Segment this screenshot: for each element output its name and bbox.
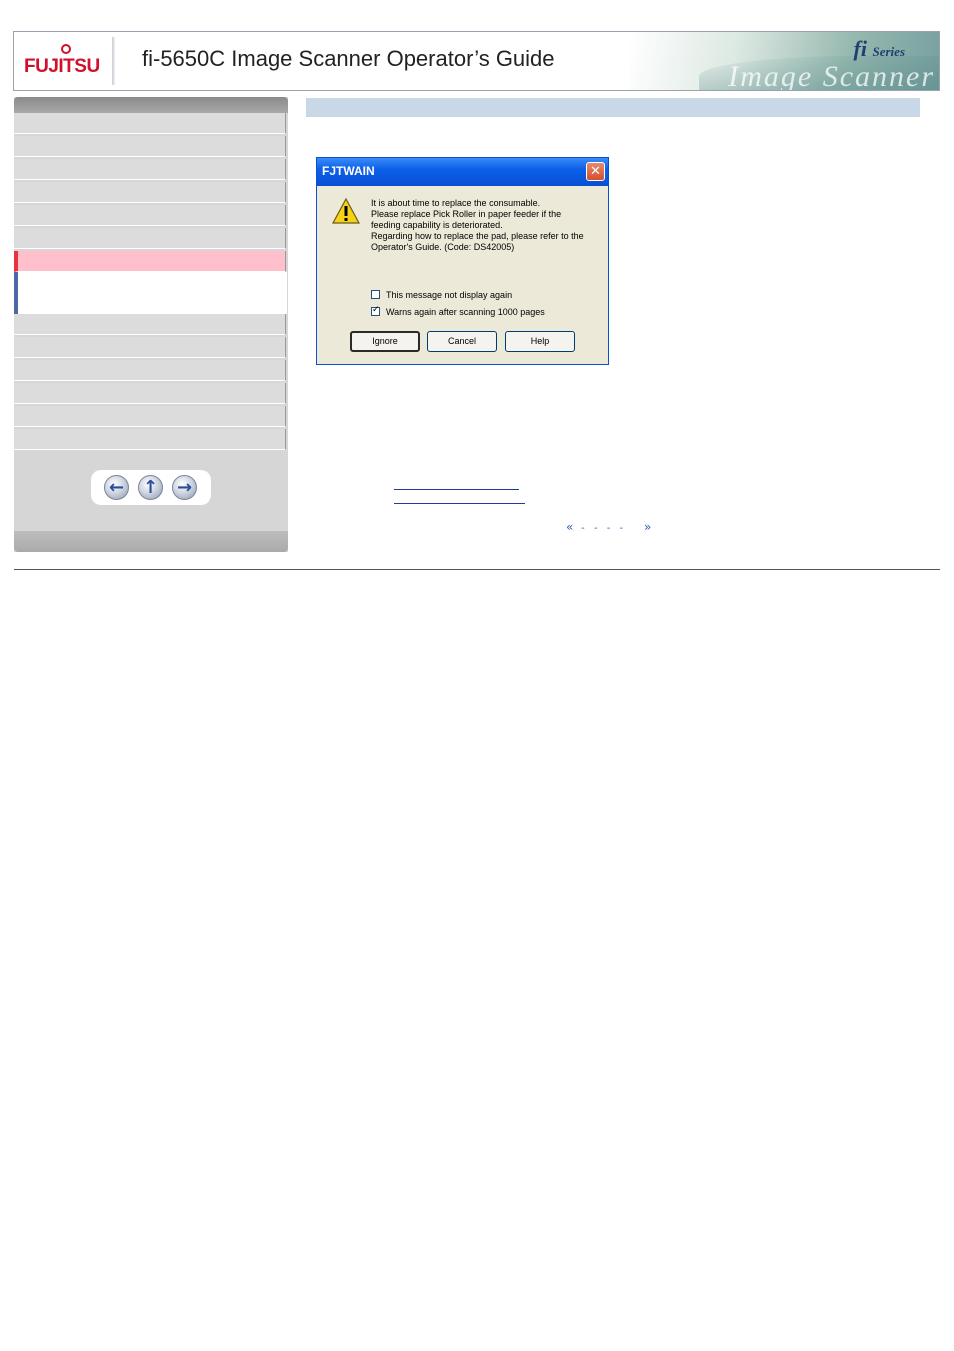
dialog-title: FJTWAIN [322,164,375,178]
message-line: Please replace Pick Roller in paper feed… [371,209,562,219]
logo-infinity-mark [61,44,71,54]
content-heading-bar [306,98,920,117]
checkbox-label: This message not display again [386,290,513,300]
page-title: fi-5650C Image Scanner Operator’s Guide [142,46,555,71]
sidebar-item-8[interactable] [14,337,286,358]
navigation-button-group: ← ↑ → [91,470,211,505]
close-icon: ✕ [590,164,601,179]
sidebar-top-bar [14,97,288,113]
warning-icon [332,197,360,224]
header-watermark: Image Scanner [728,60,935,91]
checkbox-warn-again[interactable]: ✓ Warns again after scanning 1000 pages [371,305,545,317]
check-mark-icon: ✓ [372,305,380,315]
sidebar-item-5[interactable] [14,205,286,226]
forward-button[interactable]: → [172,475,197,500]
back-button[interactable]: ← [104,475,129,500]
sidebar-subsection [14,272,287,314]
fi-series-logo: fi Series [854,36,905,62]
message-line: Regarding how to replace the pad, please… [371,231,584,241]
pager-dashes: - - - - [581,523,627,534]
sidebar-item-active[interactable] [14,251,286,272]
link-underline-1[interactable] [394,489,519,490]
message-line: Operator's Guide. (Code: DS42005) [371,242,515,252]
sidebar-item-6[interactable] [14,228,286,249]
right-arrow-icon: → [176,477,193,498]
checkbox-box[interactable]: ✓ [371,305,380,316]
series-fi: fi [853,36,867,61]
help-button[interactable]: Help [505,331,575,352]
cancel-button[interactable]: Cancel [427,331,497,352]
up-button[interactable]: ↑ [138,475,163,500]
next-page-link[interactable]: » [644,520,651,534]
sidebar-bottom-bar [14,531,288,552]
close-button[interactable]: ✕ [586,162,605,181]
sidebar-item-11[interactable] [14,406,286,427]
header-divider [112,37,115,85]
ignore-button[interactable]: Ignore [350,331,420,352]
page-header: FUJITSU fi-5650C Image Scanner Operator’… [13,31,940,91]
header-artwork: Image Scanner fi Series [629,32,939,90]
message-line: It is about time to replace the consumab… [371,198,541,208]
sidebar-item-4[interactable] [14,182,286,203]
sidebar-item-10[interactable] [14,383,286,404]
fujitsu-logo: FUJITSU [24,42,102,82]
left-arrow-icon: ← [108,477,125,498]
page-navigation: « - - - - » [566,520,651,534]
sidebar-item-9[interactable] [14,360,286,381]
logo-text: FUJITSU [24,56,100,77]
checkbox-dont-display-again[interactable]: This message not display again [371,290,512,300]
link-underline-2[interactable] [394,503,525,504]
sidebar-item-3[interactable] [14,159,286,180]
sidebar-item-2[interactable] [14,136,286,157]
fjtwain-dialog: FJTWAIN ✕ It is about time to replace th… [316,157,609,365]
footer-divider [14,569,940,570]
checkbox-label: Warns again after scanning 1000 pages [386,307,545,317]
message-line: feeding capability is deteriorated. [371,220,503,230]
sidebar: ← ↑ → [14,97,288,552]
checkbox-box[interactable] [371,290,380,299]
sidebar-item-1[interactable] [14,113,286,134]
previous-page-link[interactable]: « [566,520,573,534]
series-word: Series [872,44,906,59]
dialog-titlebar: FJTWAIN ✕ [317,158,608,186]
sidebar-item-12[interactable] [14,429,286,450]
sidebar-item-7[interactable] [14,314,286,335]
up-arrow-icon: ↑ [142,477,159,498]
dialog-message: It is about time to replace the consumab… [371,198,603,253]
